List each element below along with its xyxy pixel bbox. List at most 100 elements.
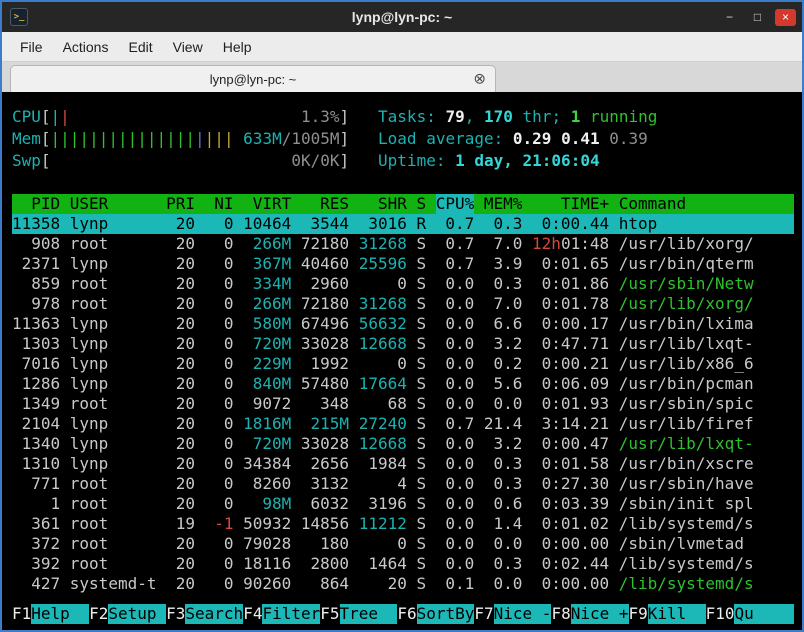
process-row-978[interactable]: 978root200266M7218031268S0.07.00:01.78/u… (12, 294, 794, 314)
process-row-2104[interactable]: 2104lynp2001816M215M27240S0.721.43:14.21… (12, 414, 794, 434)
cell-shr: 0 (359, 354, 407, 374)
menu-item-view[interactable]: View (163, 35, 213, 59)
cell-cmd: /usr/lib/firef (619, 414, 794, 434)
cell-res: 3132 (301, 474, 349, 494)
column-header-pri[interactable]: PRI (166, 194, 195, 214)
column-header-mem[interactable]: MEM% (484, 194, 523, 214)
cell-shr: 1984 (359, 454, 407, 474)
column-header-cpu[interactable]: CPU% (436, 194, 475, 214)
process-row-11358[interactable]: 11358lynp2001046435443016R0.70.30:00.44h… (12, 214, 794, 234)
cell-s: S (416, 274, 426, 294)
cell-cpu: 0.0 (436, 314, 475, 334)
cell-user: root (70, 534, 157, 554)
cell-shr: 4 (359, 474, 407, 494)
process-row-1[interactable]: 1root20098M60323196S0.00.60:03.39/sbin/i… (12, 494, 794, 514)
column-header-res[interactable]: RES (301, 194, 349, 214)
cell-cmd: /lib/systemd/s (619, 574, 794, 594)
cell-mem: 3.9 (484, 254, 523, 274)
process-row-1286[interactable]: 1286lynp200840M5748017664S0.05.60:06.09/… (12, 374, 794, 394)
cell-mem: 6.6 (484, 314, 523, 334)
cell-mem: 1.4 (484, 514, 523, 534)
cell-cmd: /usr/lib/xorg/ (619, 234, 794, 254)
cell-user: lynp (70, 334, 157, 354)
process-row-427[interactable]: 427systemd-t2009026086420S0.10.00:00.00/… (12, 574, 794, 594)
cell-s: S (416, 474, 426, 494)
cell-res: 33028 (301, 334, 349, 354)
fn-f9[interactable]: F9Kill (629, 604, 706, 624)
cell-shr: 31268 (359, 294, 407, 314)
cell-ni: 0 (205, 574, 234, 594)
fn-f3[interactable]: F3Search (166, 604, 243, 624)
column-header-virt[interactable]: VIRT (243, 194, 291, 214)
title-bar[interactable]: >_ lynp@lyn-pc: ~ − □ × (2, 2, 802, 32)
cell-pri: 20 (166, 354, 195, 374)
load-average: Load average: 0.29 0.41 0.39 (378, 128, 657, 150)
process-row-1340[interactable]: 1340lynp200720M3302812668S0.03.20:00.47/… (12, 434, 794, 454)
process-row-1303[interactable]: 1303lynp200720M3302812668S0.03.20:47.71/… (12, 334, 794, 354)
cell-pid: 1 (12, 494, 60, 514)
cell-mem: 0.3 (484, 554, 523, 574)
fn-action-label: Nice - (494, 604, 552, 624)
column-header-time[interactable]: TIME+ (532, 194, 609, 214)
process-row-2371[interactable]: 2371lynp200367M4046025596S0.73.90:01.65/… (12, 254, 794, 274)
fn-f2[interactable]: F2Setup (89, 604, 166, 624)
column-header-cmd[interactable]: Command (619, 194, 794, 214)
fn-key-label: F10 (706, 604, 735, 624)
menu-item-edit[interactable]: Edit (118, 35, 162, 59)
column-header-s[interactable]: S (416, 194, 426, 214)
cell-virt: 720M (243, 334, 291, 354)
cell-mem: 7.0 (484, 234, 523, 254)
process-row-1310[interactable]: 1310lynp2003438426561984S0.00.30:01.58/u… (12, 454, 794, 474)
minimize-button[interactable]: − (719, 9, 740, 26)
process-row-771[interactable]: 771root200826031324S0.00.30:27.30/usr/sb… (12, 474, 794, 494)
menu-item-actions[interactable]: Actions (53, 35, 119, 59)
terminal-screen[interactable]: CPU[||1.3%]Mem[|||||||||||||||||||633M/1… (2, 92, 802, 630)
column-header-pid[interactable]: PID (12, 194, 60, 214)
tab-close-icon[interactable]: ⊗ (473, 72, 486, 87)
close-button[interactable]: × (775, 9, 796, 26)
column-header-ni[interactable]: NI (205, 194, 234, 214)
cell-virt: 266M (243, 294, 291, 314)
meter-mem: Mem[|||||||||||||||||||633M/1005M] (12, 128, 349, 150)
maximize-button[interactable]: □ (747, 9, 768, 26)
fn-action-label: Qu (734, 604, 794, 624)
fn-f1[interactable]: F1Help (12, 604, 89, 624)
process-row-11363[interactable]: 11363lynp200580M6749656632S0.06.60:00.17… (12, 314, 794, 334)
cell-pid: 859 (12, 274, 60, 294)
menu-item-help[interactable]: Help (213, 35, 262, 59)
meter-bars: || (51, 106, 70, 128)
process-row-908[interactable]: 908root200266M7218031268S0.77.012h01:48/… (12, 234, 794, 254)
fn-f5[interactable]: F5Tree (320, 604, 397, 624)
fn-f6[interactable]: F6SortBy (397, 604, 474, 624)
fn-f8[interactable]: F8Nice + (551, 604, 628, 624)
process-row-372[interactable]: 372root200790281800S0.00.00:00.00/sbin/l… (12, 534, 794, 554)
cell-user: lynp (70, 414, 157, 434)
cell-virt: 50932 (243, 514, 291, 534)
cell-shr: 1464 (359, 554, 407, 574)
process-row-392[interactable]: 392root2001811628001464S0.00.30:02.44/li… (12, 554, 794, 574)
column-header-shr[interactable]: SHR (359, 194, 407, 214)
terminal-tab[interactable]: lynp@lyn-pc: ~ ⊗ (10, 65, 496, 92)
cell-mem: 3.2 (484, 334, 523, 354)
cell-pri: 20 (166, 214, 195, 234)
process-row-7016[interactable]: 7016lynp200229M19920S0.00.20:00.21/usr/l… (12, 354, 794, 374)
cell-pri: 20 (166, 434, 195, 454)
fn-f4[interactable]: F4Filter (243, 604, 320, 624)
cell-s: S (416, 414, 426, 434)
cell-cpu: 0.0 (436, 494, 475, 514)
cell-ni: 0 (205, 414, 234, 434)
cell-cmd: /usr/bin/qterm (619, 254, 794, 274)
cell-pri: 20 (166, 254, 195, 274)
process-row-1349[interactable]: 1349root200907234868S0.00.00:01.93/usr/s… (12, 394, 794, 414)
meter-label: Swp (12, 150, 41, 172)
cell-shr: 68 (359, 394, 407, 414)
cell-shr: 12668 (359, 434, 407, 454)
menu-item-file[interactable]: File (10, 35, 53, 59)
fn-f7[interactable]: F7Nice - (474, 604, 551, 624)
process-row-859[interactable]: 859root200334M29600S0.00.30:01.86/usr/sb… (12, 274, 794, 294)
column-header-user[interactable]: USER (70, 194, 157, 214)
fn-f10[interactable]: F10Qu (706, 604, 794, 624)
process-row-361[interactable]: 361root19-1509321485611212S0.01.40:01.02… (12, 514, 794, 534)
cell-s: S (416, 494, 426, 514)
cell-mem: 21.4 (484, 414, 523, 434)
